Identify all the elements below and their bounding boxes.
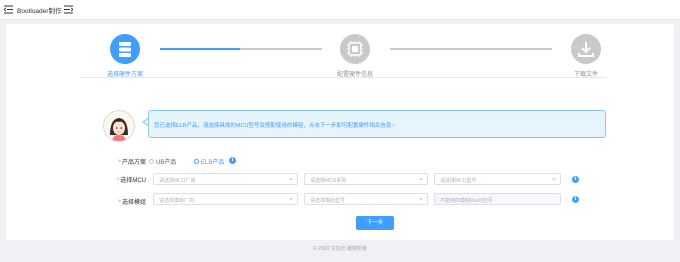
required-mark: * [118,200,121,206]
step-1-circle [110,34,140,64]
radio-ub-label: UB产品 [156,160,177,166]
step-2-circle [340,34,370,64]
product-info-icon[interactable]: i [229,157,236,164]
required-mark: * [116,178,120,184]
collapse-menu-icon[interactable] [4,5,13,14]
module-model-select[interactable]: 请选择模组型号 [304,193,428,205]
mcu-vendor-select[interactable]: 请选择MCU厂商 [153,173,298,185]
tip-text: 您已选择ELB产品，请选择具体的MCU型号及搭配使用的模组，点击下一步即可配置硬… [154,123,395,129]
radio-elb[interactable]: ELB产品 [194,157,224,166]
chevron-down-icon [552,177,556,181]
product-label-text: 产品方案 [121,160,146,166]
footer-copyright: © 2020 艾拉比 版权所有 [313,246,367,252]
top-bar: Bootloader制作 [0,0,680,20]
chip-icon [347,41,363,57]
download-icon [578,42,594,57]
mcu-label-text: 选择MCU [120,178,146,184]
radio-ub[interactable]: UB产品 [149,157,176,166]
module-vendor-select[interactable]: 请选择模组厂商 [153,193,298,205]
radio-dot-checked [194,159,199,164]
menu-icon[interactable] [64,5,73,14]
avatar [103,110,135,142]
step-line-2 [390,48,552,50]
girl-avatar-icon [110,118,128,141]
chevron-down-icon [289,177,293,181]
module-vendor-placeholder: 请选择模组厂商 [159,198,195,204]
module-info-icon[interactable]: i [572,196,579,203]
radio-dot [149,159,154,164]
mcu-label: *选择MCU [86,175,146,184]
next-button[interactable]: 下一步 [356,216,394,230]
mcu-vendor-placeholder: 请选择MCU厂商 [159,178,196,184]
module-flash-field: 不能用的模组Flash空间 [434,193,561,205]
server-icon [119,42,131,57]
divider [80,77,606,78]
mcu-model-select[interactable]: 请选择MCU型号 [434,173,561,185]
radio-elb-label: ELB产品 [201,160,225,166]
mcu-model-placeholder: 请选择MCU型号 [440,178,477,184]
module-model-placeholder: 请选择模组型号 [310,198,346,204]
tip-bubble: 您已选择ELB产品，请选择具体的MCU型号及搭配使用的模组，点击下一步即可配置硬… [148,110,606,138]
chevron-down-icon [419,197,423,201]
mcu-info-icon[interactable]: i [572,176,579,183]
required-mark: * [118,160,121,166]
chevron-down-icon [419,177,423,181]
step-line-1 [160,48,322,50]
module-label-text: 选择模组 [121,200,146,206]
module-flash-placeholder: 不能用的模组Flash空间 [440,198,493,204]
module-label: *选择模组 [86,197,146,206]
step-3-circle [571,34,601,64]
mcu-series-placeholder: 请选择MCU系列 [310,178,347,184]
chevron-down-icon [289,197,293,201]
app-title: Bootloader制作 [17,8,62,15]
mcu-series-select[interactable]: 请选择MCU系列 [304,173,428,185]
product-label: *产品方案 [86,157,146,166]
